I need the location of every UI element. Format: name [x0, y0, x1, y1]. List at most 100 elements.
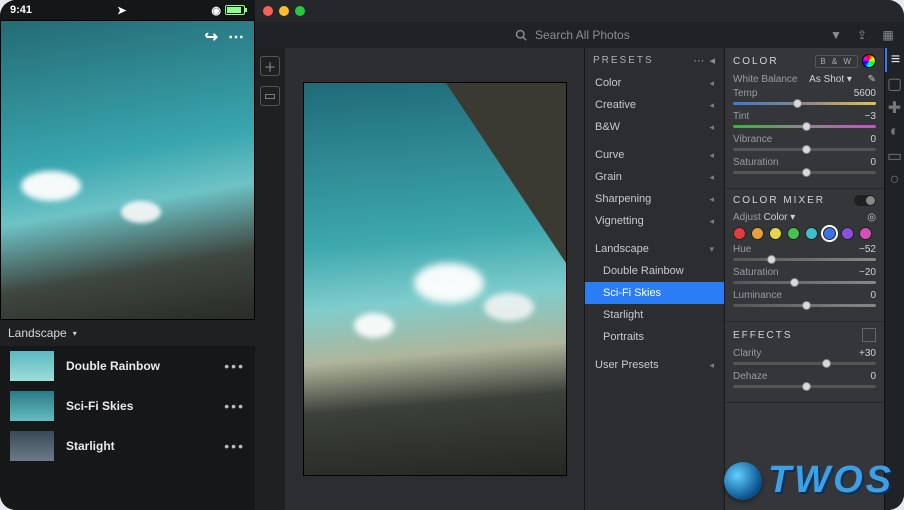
saturation-slider[interactable]: [733, 171, 876, 174]
search-input[interactable]: Search All Photos: [513, 27, 630, 43]
right-tool-rail: ≡ ▢ ✚ ◐ ▭ ○: [884, 48, 904, 510]
mobile-time: 9:41: [10, 4, 32, 16]
swatch-orange[interactable]: [751, 227, 764, 240]
mobile-status-bar: 9:41 ➤ ◉: [0, 0, 255, 20]
preset-label: Double Rainbow: [66, 359, 160, 373]
radial-tab[interactable]: ○: [885, 168, 904, 192]
mobile-preset-group-label: Landscape: [8, 326, 67, 340]
mobile-preset-list: Double Rainbow ••• Sci-Fi Skies ••• Star…: [0, 346, 255, 510]
effects-section: EFFECTS Clarity+30 Dehaze0: [725, 322, 884, 403]
canvas[interactable]: [285, 48, 584, 510]
desktop-window: Search All Photos ▼ ⇪ ▦ ＋ ▭ PRESETS: [255, 0, 904, 510]
swatch-purple[interactable]: [841, 227, 854, 240]
vibrance-slider[interactable]: [733, 148, 876, 151]
swatch-blue[interactable]: [823, 227, 836, 240]
preset-item[interactable]: Starlight: [585, 304, 724, 326]
preset-label: Sci-Fi Skies: [66, 399, 133, 413]
preset-group[interactable]: Sharpening◂: [585, 188, 724, 210]
preset-item[interactable]: Double Rainbow: [585, 260, 724, 282]
edit-tab[interactable]: ≡: [885, 48, 904, 72]
search-placeholder: Search All Photos: [535, 28, 630, 42]
preset-group-landscape[interactable]: Landscape▾: [585, 238, 724, 260]
preset-group-user[interactable]: User Presets◂: [585, 354, 724, 376]
left-tool-rail: ＋ ▭: [255, 48, 285, 510]
share-icon[interactable]: ↪: [205, 27, 218, 47]
share-icon[interactable]: ⇪: [854, 27, 870, 43]
color-mixer-section: COLOR MIXER Adjust Color ▾ ◎: [725, 189, 884, 322]
linear-tab[interactable]: ▭: [885, 144, 904, 168]
preset-group[interactable]: Curve◂: [585, 144, 724, 166]
chevron-left-icon: ◂: [709, 122, 714, 133]
more-icon[interactable]: •••: [224, 358, 245, 374]
more-icon[interactable]: •••: [224, 398, 245, 414]
adjust-select[interactable]: Color ▾: [764, 212, 796, 223]
preset-group[interactable]: Color◂: [585, 72, 724, 94]
swatch-aqua[interactable]: [805, 227, 818, 240]
watermark: TWOS: [724, 459, 894, 502]
color-swatches: [733, 227, 876, 240]
more-icon[interactable]: ⋯: [228, 27, 244, 47]
swatch-yellow[interactable]: [769, 227, 782, 240]
mobile-preset-row[interactable]: Double Rainbow •••: [0, 346, 255, 386]
more-icon[interactable]: ⋯: [693, 55, 705, 67]
temp-slider[interactable]: [733, 102, 876, 105]
preset-item[interactable]: Portraits: [585, 326, 724, 348]
chevron-left-icon: ◂: [709, 194, 714, 205]
wb-value[interactable]: As Shot ▾: [809, 74, 852, 85]
mobile-preset-group-selector[interactable]: Landscape ▾: [0, 320, 255, 346]
colorwheel-icon[interactable]: [862, 54, 876, 68]
tint-slider[interactable]: [733, 125, 876, 128]
preset-group[interactable]: Grain◂: [585, 166, 724, 188]
chevron-left-icon: ◂: [709, 216, 714, 227]
clarity-slider[interactable]: [733, 362, 876, 365]
preset-group[interactable]: Vignetting◂: [585, 210, 724, 232]
chevron-left-icon: ◂: [709, 150, 714, 161]
bw-toggle[interactable]: B & W: [815, 55, 858, 68]
swatch-green[interactable]: [787, 227, 800, 240]
swatch-red[interactable]: [733, 227, 746, 240]
preset-item-active[interactable]: Sci-Fi Skies: [585, 282, 724, 304]
close-icon[interactable]: [263, 6, 273, 16]
luminance-slider[interactable]: [733, 304, 876, 307]
more-icon[interactable]: •••: [224, 438, 245, 454]
brush-tab[interactable]: ◐: [885, 120, 904, 144]
mobile-preview: 9:41 ➤ ◉ ↪ ⋯ Landscape ▾ Double Rainbow …: [0, 0, 255, 510]
grid-icon[interactable]: ▦: [880, 27, 896, 43]
crop-tab[interactable]: ▢: [885, 72, 904, 96]
mobile-photo-preview[interactable]: ↪ ⋯: [0, 20, 255, 320]
eyedropper-icon[interactable]: ✎: [868, 74, 876, 85]
search-icon: [513, 27, 529, 43]
target-icon[interactable]: ◎: [867, 212, 876, 223]
battery-icon: [225, 5, 245, 15]
minimize-icon[interactable]: [279, 6, 289, 16]
add-button[interactable]: ＋: [260, 56, 280, 76]
presets-title: PRESETS: [593, 55, 654, 66]
filter-icon[interactable]: ▼: [828, 27, 844, 43]
preset-label: Starlight: [66, 439, 115, 453]
window-titlebar: [255, 0, 904, 22]
collapse-icon[interactable]: ◂: [709, 55, 716, 67]
app-stage: 9:41 ➤ ◉ ↪ ⋯ Landscape ▾ Double Rainbow …: [0, 0, 904, 510]
preset-group[interactable]: Creative◂: [585, 94, 724, 116]
mobile-preset-row[interactable]: Starlight •••: [0, 426, 255, 466]
location-icon: ➤: [117, 4, 126, 17]
preset-thumb: [10, 351, 54, 381]
hue-slider[interactable]: [733, 258, 876, 261]
library-button[interactable]: ▭: [260, 86, 280, 106]
color-section: COLOR B & W White Balance As Shot ▾ ✎ Te…: [725, 48, 884, 189]
swatch-magenta[interactable]: [859, 227, 872, 240]
effects-compare-icon[interactable]: [862, 328, 876, 342]
photo: [304, 83, 566, 475]
mobile-preset-row[interactable]: Sci-Fi Skies •••: [0, 386, 255, 426]
inspector-panel: COLOR B & W White Balance As Shot ▾ ✎ Te…: [724, 48, 884, 510]
color-title: COLOR: [733, 56, 779, 67]
presets-panel: PRESETS ⋯ ◂ Color◂ Creative◂ B&W◂ Curve◂…: [584, 48, 724, 510]
chevron-left-icon: ◂: [709, 172, 714, 183]
mixer-toggle[interactable]: [854, 195, 876, 206]
preset-group[interactable]: B&W◂: [585, 116, 724, 138]
maximize-icon[interactable]: [295, 6, 305, 16]
chevron-down-icon: ▾: [709, 244, 714, 255]
mixer-sat-slider[interactable]: [733, 281, 876, 284]
dehaze-slider[interactable]: [733, 385, 876, 388]
heal-tab[interactable]: ✚: [885, 96, 904, 120]
